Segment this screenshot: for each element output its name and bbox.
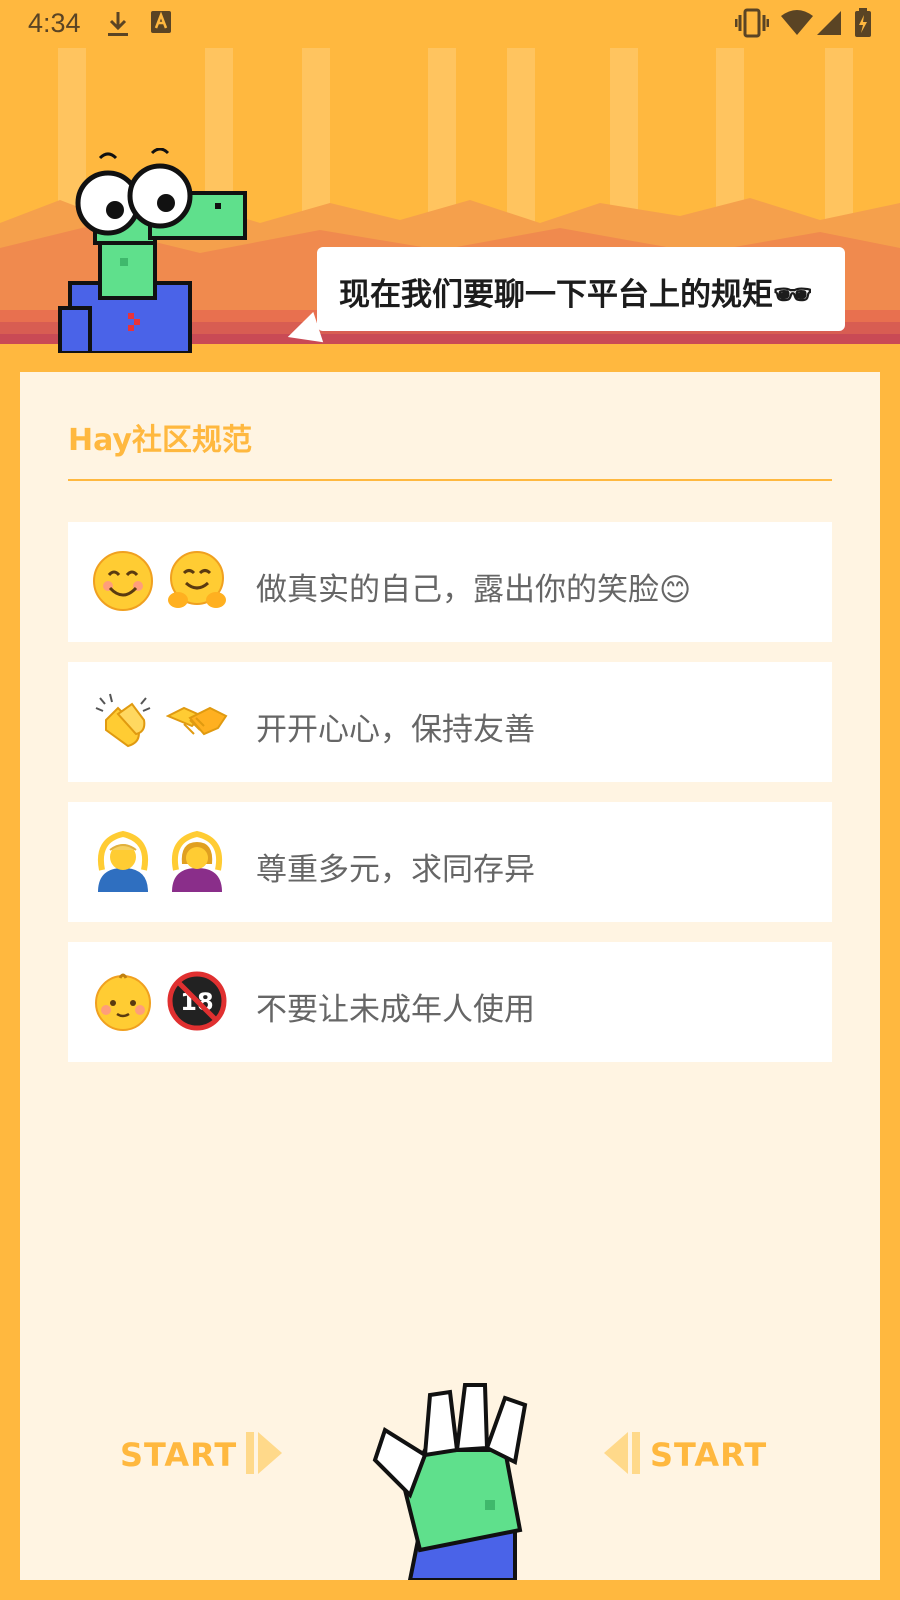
download-icon — [108, 12, 128, 36]
rule-text: 开开心心，保持友善 — [256, 712, 535, 748]
baby-icon — [95, 973, 151, 1031]
arrow-left-icon — [604, 1432, 640, 1474]
no-one-under-eighteen-icon: 18 — [167, 971, 227, 1031]
rule-card: 做真实的自己，露出你的笑脸😊 — [68, 522, 832, 642]
rule-card: 开开心心，保持友善 — [68, 662, 832, 782]
signal-icon — [817, 11, 841, 35]
divider — [68, 479, 832, 481]
header-scene: 现在我们要聊一下平台上的规矩🕶 — [0, 48, 900, 353]
battery-charging-icon — [855, 8, 871, 37]
start-left-button[interactable]: START — [120, 1426, 300, 1482]
dino-mascot — [58, 148, 247, 353]
hugging-face-icon — [168, 551, 226, 608]
speech-bubble: 现在我们要聊一下平台上的规矩🕶 — [317, 247, 845, 331]
start-right-button[interactable]: START — [600, 1426, 780, 1482]
keyboard-a-icon — [151, 11, 171, 33]
arrow-right-icon — [246, 1432, 282, 1474]
start-left-label: START — [120, 1436, 238, 1474]
wifi-icon — [781, 10, 813, 35]
rule-text: 不要让未成年人使用 — [256, 992, 535, 1028]
start-right-label: START — [650, 1436, 768, 1474]
waving-hand-graphic — [372, 1383, 528, 1580]
handshake-icon — [166, 706, 228, 736]
rule-card: 18 不要让未成年人使用 — [68, 942, 832, 1062]
panel-title: Hay社区规范 — [68, 423, 252, 458]
status-bar: 4:34 — [0, 0, 900, 48]
woman-gesturing-ok-icon — [172, 830, 222, 892]
smiling-face-icon — [93, 551, 153, 611]
vibrate-icon — [735, 8, 769, 38]
speech-text: 现在我们要聊一下平台上的规矩🕶 — [339, 277, 813, 313]
man-gesturing-ok-icon — [98, 830, 148, 892]
rule-card: 尊重多元，求同存异 — [68, 802, 832, 922]
clapping-hands-icon — [95, 693, 151, 748]
guidelines-panel: Hay社区规范 做真实的自己，露出你的笑脸😊 开开心心，保持友善 尊重多元，求同… — [20, 372, 880, 1580]
rule-text: 做真实的自己，露出你的笑脸😊 — [256, 572, 692, 608]
rule-text: 尊重多元，求同存异 — [256, 852, 535, 888]
status-time: 4:34 — [28, 8, 81, 38]
